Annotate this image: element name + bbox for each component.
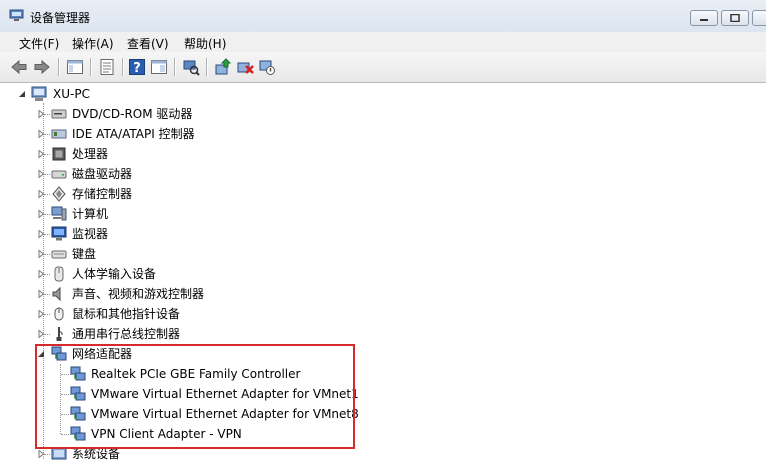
tree-item-category[interactable]: DVD/CD-ROM 驱动器: [0, 104, 300, 124]
menu-bar: 文件(F) 操作(A) 查看(V) 帮助(H): [0, 32, 766, 52]
tree-item-category[interactable]: IDE ATA/ATAPI 控制器: [0, 124, 300, 144]
disable-device-icon[interactable]: [258, 58, 276, 76]
collapsed-arrow-icon[interactable]: [37, 170, 45, 178]
tree-root[interactable]: XU-PC: [0, 84, 300, 104]
scan-hardware-icon[interactable]: [182, 58, 200, 76]
menu-help[interactable]: 帮助(H): [184, 35, 226, 52]
tree-item-label: 磁盘驱动器: [72, 167, 133, 181]
toolbar-separator: [174, 58, 176, 76]
optical-drive-icon: [51, 109, 67, 119]
tree-item-label: 监视器: [72, 227, 109, 241]
toolbar: ?: [0, 52, 766, 83]
tree-item-label: 鼠标和其他指针设备: [72, 307, 181, 321]
tree-item-label: IDE ATA/ATAPI 控制器: [72, 127, 195, 141]
tree-item-category[interactable]: 处理器: [0, 144, 300, 164]
tree-item-label: 处理器: [72, 147, 109, 161]
tree-item-category[interactable]: 鼠标和其他指针设备: [0, 304, 300, 324]
toolbar-separator: [90, 58, 92, 76]
tree-item-category[interactable]: 计算机: [0, 204, 300, 224]
hid-icon: [54, 266, 64, 282]
menu-view[interactable]: 查看(V): [127, 35, 169, 52]
tree-item-category[interactable]: 存储控制器: [0, 184, 300, 204]
window-title: 设备管理器: [30, 11, 91, 25]
computer-icon: [51, 206, 67, 221]
tree-item-label: 人体学输入设备: [72, 267, 157, 281]
maximize-button[interactable]: [721, 10, 749, 26]
usb-icon: [56, 327, 63, 341]
computer-icon: [31, 86, 47, 101]
action-pane-icon[interactable]: [150, 58, 168, 76]
monitor-icon: [51, 226, 67, 241]
network-adapters-highlight-box: [35, 344, 355, 449]
menu-file[interactable]: 文件(F): [19, 35, 59, 52]
collapsed-arrow-icon[interactable]: [37, 450, 45, 458]
collapsed-arrow-icon[interactable]: [37, 110, 45, 118]
tree-item-category[interactable]: 监视器: [0, 224, 300, 244]
tree-item-category[interactable]: 人体学输入设备: [0, 264, 300, 284]
tree-item-label: DVD/CD-ROM 驱动器: [72, 107, 193, 121]
svg-text:?: ?: [133, 61, 141, 76]
tree-item-label: 存储控制器: [72, 187, 133, 201]
root-label: XU-PC: [53, 87, 90, 101]
collapsed-arrow-icon[interactable]: [37, 330, 45, 338]
collapsed-arrow-icon[interactable]: [37, 190, 45, 198]
maximize-icon: [730, 14, 740, 22]
toolbar-separator: [58, 58, 60, 76]
uninstall-device-icon[interactable]: [236, 58, 254, 76]
collapsed-arrow-icon[interactable]: [37, 250, 45, 258]
collapsed-arrow-icon[interactable]: [37, 310, 45, 318]
collapsed-arrow-icon[interactable]: [37, 210, 45, 218]
expanded-arrow-icon[interactable]: [18, 90, 26, 98]
help-icon[interactable]: ?: [128, 58, 146, 76]
collapsed-arrow-icon[interactable]: [37, 290, 45, 298]
tree-item-label: 通用串行总线控制器: [72, 327, 181, 341]
close-button[interactable]: [752, 10, 766, 26]
properties-icon[interactable]: [98, 58, 116, 76]
collapsed-arrow-icon[interactable]: [37, 270, 45, 278]
device-manager-icon: [9, 9, 24, 21]
tree-item-category[interactable]: 键盘: [0, 244, 300, 264]
tree-item-category[interactable]: 通用串行总线控制器: [0, 324, 300, 344]
disk-drive-icon: [51, 170, 67, 179]
forward-arrow-icon[interactable]: [33, 58, 51, 76]
menu-action[interactable]: 操作(A): [72, 35, 114, 52]
processor-icon: [52, 147, 66, 161]
back-arrow-icon[interactable]: [10, 58, 28, 76]
minimize-button[interactable]: [690, 10, 718, 26]
keyboard-icon: [51, 250, 67, 259]
ide-controller-icon: [51, 129, 67, 139]
toolbar-separator: [122, 58, 124, 76]
tree-item-category[interactable]: 声音、视频和游戏控制器: [0, 284, 300, 304]
collapsed-arrow-icon[interactable]: [37, 230, 45, 238]
collapsed-arrow-icon[interactable]: [37, 130, 45, 138]
title-bar[interactable]: 设备管理器: [0, 0, 766, 32]
tree-item-label: 计算机: [72, 207, 109, 221]
storage-controller-icon: [52, 186, 66, 202]
sound-icon: [52, 286, 61, 302]
tree-item-label: 键盘: [72, 247, 97, 261]
toolbar-separator: [206, 58, 208, 76]
tree-item-category[interactable]: 磁盘驱动器: [0, 164, 300, 184]
update-driver-icon[interactable]: [214, 58, 232, 76]
show-hide-console-tree-icon[interactable]: [66, 58, 84, 76]
minimize-icon: [700, 19, 708, 21]
collapsed-arrow-icon[interactable]: [37, 150, 45, 158]
mouse-icon: [54, 307, 64, 321]
tree-item-label: 声音、视频和游戏控制器: [72, 287, 205, 301]
